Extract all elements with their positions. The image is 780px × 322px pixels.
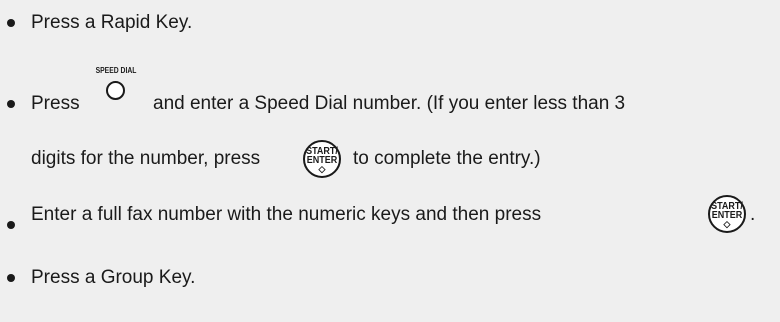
speed-dial-button-icon — [106, 81, 125, 100]
item-3-text-before-key: Enter a full fax number with the numeric… — [31, 204, 542, 225]
start-enter-key-icon: START/ ENTER ◇ — [707, 194, 747, 234]
bullet-1 — [7, 19, 15, 27]
item-2-text-before-key: Press — [31, 93, 80, 114]
start-enter-key-icon: START/ ENTER ◇ — [302, 139, 342, 179]
item-4-text: Press a Group Key. — [31, 267, 196, 288]
item-3-text-after-key: . — [750, 204, 756, 225]
item-1-text: Press a Rapid Key. — [31, 12, 193, 33]
start-enter-key-symbol: ◇ — [318, 164, 326, 174]
item-2-continuation-before-key: digits for the number, press — [31, 148, 261, 169]
item-2-text-after-key: and enter a Speed Dial number. (If you e… — [153, 93, 626, 114]
start-enter-key-symbol: ◇ — [723, 219, 731, 229]
speed-dial-key-label: SPEED DIAL — [95, 66, 137, 75]
bullet-3 — [7, 221, 15, 229]
bullet-2 — [7, 100, 15, 108]
bullet-4 — [7, 274, 15, 282]
instruction-page: Press a Rapid Key. Press SPEED DIAL and … — [0, 0, 780, 322]
item-2-continuation-after-key: to complete the entry.) — [353, 148, 541, 169]
speed-dial-key-icon: SPEED DIAL — [89, 66, 143, 104]
